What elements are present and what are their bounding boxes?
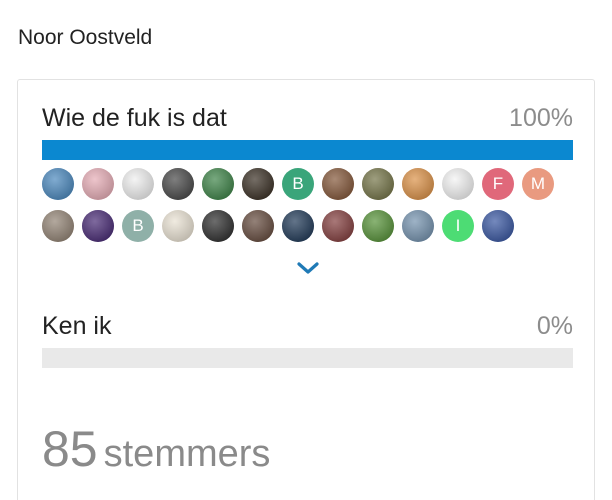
avatar-photo-shade [282, 210, 314, 242]
poll-option-label: Ken ik [42, 312, 112, 340]
post-author[interactable]: Noor Oostveld [18, 26, 152, 50]
avatar-photo-shade [242, 168, 274, 200]
voter-row: B FM [42, 168, 573, 202]
cherub-avatar[interactable] [122, 168, 154, 200]
voter-avatar-initial[interactable]: F [482, 168, 514, 200]
avatar-photo-shade [202, 168, 234, 200]
drawing-avatar[interactable] [162, 210, 194, 242]
voter-avatar-initial[interactable]: B [282, 168, 314, 200]
poll-option-label: Wie de fuk is dat [42, 104, 227, 132]
voter-avatar-initial[interactable]: B [122, 210, 154, 242]
avatar-photo-shade [162, 210, 194, 242]
portrait-avatar[interactable] [242, 210, 274, 242]
avatar-photo-shade [82, 210, 114, 242]
avatar-photo-shade [482, 210, 514, 242]
pelican-avatar[interactable] [402, 210, 434, 242]
poll-option-header: Ken ik 0% [42, 312, 573, 344]
voter-row: BI [42, 210, 573, 244]
poll-option-1[interactable]: Wie de fuk is dat 100% BFM BI [42, 104, 573, 274]
voter-avatar-initial[interactable]: M [522, 168, 554, 200]
blue-photo-avatar[interactable] [42, 168, 74, 200]
poll-option-percent: 0% [536, 312, 573, 340]
avatar-photo-shade [162, 168, 194, 200]
post-page: Noor Oostveld Wie de fuk is dat 100% B FM… [0, 0, 612, 500]
avatar-photo-shade [42, 210, 74, 242]
avatar-photo-shade [322, 210, 354, 242]
voters-count: 85 stemmers [42, 420, 270, 478]
avatar-photo-shade [442, 168, 474, 200]
avatar-photo-shade [402, 168, 434, 200]
poll-result-bar [42, 140, 573, 160]
green-leaves-avatar[interactable] [362, 210, 394, 242]
sketch-avatar[interactable] [442, 168, 474, 200]
egyptian-statue-avatar[interactable] [242, 168, 274, 200]
avatar-photo-shade [362, 168, 394, 200]
chevron-down-icon [297, 262, 319, 274]
dog-photo-avatar[interactable] [42, 210, 74, 242]
voter-avatars: BFM BI [42, 168, 573, 252]
pink-pattern-avatar[interactable] [82, 168, 114, 200]
moon-logo-avatar[interactable] [282, 210, 314, 242]
avatar-photo-shade [322, 168, 354, 200]
avatar-photo-shade [202, 210, 234, 242]
bw-portrait-avatar[interactable] [202, 210, 234, 242]
voter-avatar-initial[interactable]: I [442, 210, 474, 242]
avatar-photo-shade [242, 210, 274, 242]
food-photo-avatar[interactable] [402, 168, 434, 200]
avatar-photo-shade [42, 168, 74, 200]
avatar-photo-shade [122, 168, 154, 200]
purple-neon-avatar[interactable] [82, 210, 114, 242]
person-photo-avatar[interactable] [362, 168, 394, 200]
voters-count-label: stemmers [103, 433, 271, 475]
poll-result-bar-fill [42, 140, 573, 160]
blue-pattern-avatar[interactable] [482, 210, 514, 242]
black-cat-avatar[interactable] [162, 168, 194, 200]
poll-option-2[interactable]: Ken ik 0% [42, 312, 573, 368]
avatar-photo-shade [402, 210, 434, 242]
group-photo-avatar[interactable] [322, 168, 354, 200]
voters-count-number: 85 [42, 421, 98, 477]
poll-option-percent: 100% [509, 104, 573, 132]
expand-voters-chevron-down-icon[interactable] [296, 259, 320, 277]
avatar-photo-shade [82, 168, 114, 200]
poll-option-header: Wie de fuk is dat 100% [42, 104, 573, 136]
poll-result-bar [42, 348, 573, 368]
avatar-photo-shade [362, 210, 394, 242]
poll-card: Wie de fuk is dat 100% BFM BI Ken ik 0% [17, 79, 595, 500]
deck-chair-avatar[interactable] [322, 210, 354, 242]
green-nature-avatar[interactable] [202, 168, 234, 200]
